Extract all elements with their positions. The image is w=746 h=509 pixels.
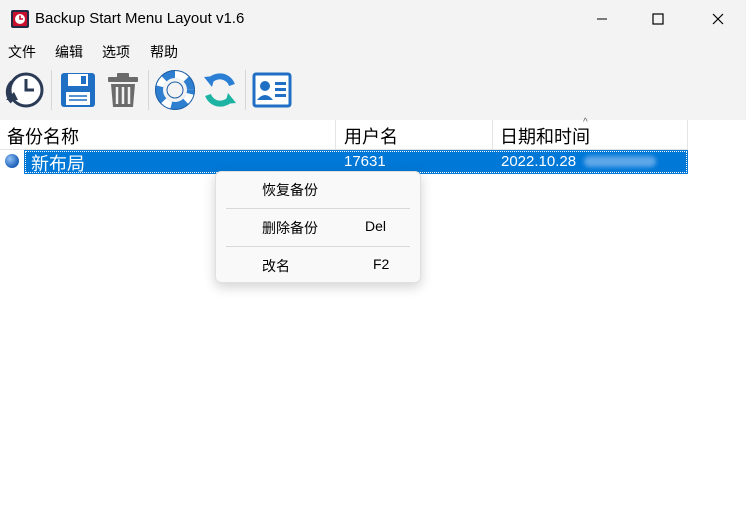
clock-backup-icon	[5, 72, 44, 108]
close-button[interactable]	[690, 0, 746, 38]
menu-item-delete-backup[interactable]: 删除备份 Del	[216, 210, 420, 244]
menu-item-label: 恢复备份	[262, 182, 318, 198]
column-header-backup-name[interactable]: 备份名称	[7, 123, 79, 149]
minimize-icon	[597, 18, 607, 20]
sort-ascending-icon: ^	[583, 117, 588, 128]
menu-file[interactable]: 文件	[8, 42, 36, 62]
window-title: Backup Start Menu Layout v1.6	[35, 10, 245, 27]
backup-button[interactable]	[3, 69, 45, 111]
app-icon	[11, 10, 29, 28]
save-button[interactable]	[57, 69, 99, 111]
menu-item-label: 改名	[262, 258, 290, 274]
row-backup-name: 新布局	[31, 154, 85, 174]
menu-item-restore-backup[interactable]: 恢复备份	[216, 172, 420, 206]
toolbar-separator	[51, 70, 52, 110]
minimize-button[interactable]	[574, 0, 630, 38]
title-bar[interactable]: Backup Start Menu Layout v1.6	[0, 0, 746, 38]
lifebuoy-icon	[155, 70, 195, 110]
save-disk-icon	[61, 73, 95, 107]
menu-bar: 文件 编辑 选项 帮助	[0, 38, 746, 62]
column-divider[interactable]	[335, 120, 336, 149]
delete-button[interactable]	[102, 69, 144, 111]
refresh-button[interactable]	[199, 69, 241, 111]
column-divider[interactable]	[492, 120, 493, 149]
row-date: 2022.10.28	[501, 153, 577, 170]
context-menu: 恢复备份 删除备份 Del 改名 F2	[215, 171, 421, 283]
menu-item-shortcut: Del	[365, 218, 387, 234]
column-divider[interactable]	[687, 120, 688, 149]
restore-button[interactable]	[154, 69, 196, 111]
maximize-button[interactable]	[630, 0, 686, 38]
column-header-datetime[interactable]: 日期和时间	[500, 123, 590, 149]
backup-status-icon	[5, 154, 19, 168]
contact-card-icon	[252, 72, 292, 108]
list-header: 备份名称 用户名 日期和时间 ^	[0, 117, 688, 150]
menu-help[interactable]: 帮助	[150, 42, 178, 62]
column-header-username[interactable]: 用户名	[344, 123, 398, 149]
menu-item-shortcut: F2	[373, 256, 390, 272]
toolbar	[0, 62, 746, 120]
trash-icon	[108, 73, 138, 107]
redacted-time	[584, 156, 656, 167]
row-username: 17631	[344, 153, 386, 170]
menu-item-label: 删除备份	[262, 220, 318, 236]
menu-options[interactable]: 选项	[102, 42, 130, 62]
menu-item-rename[interactable]: 改名 F2	[216, 248, 420, 282]
maximize-icon	[652, 13, 664, 25]
close-icon	[712, 13, 724, 25]
toolbar-separator	[148, 70, 149, 110]
menu-separator	[226, 246, 410, 247]
toolbar-separator	[245, 70, 246, 110]
user-info-button[interactable]	[251, 69, 293, 111]
menu-edit[interactable]: 编辑	[55, 42, 83, 62]
refresh-icon	[204, 73, 236, 107]
menu-separator	[226, 208, 410, 209]
